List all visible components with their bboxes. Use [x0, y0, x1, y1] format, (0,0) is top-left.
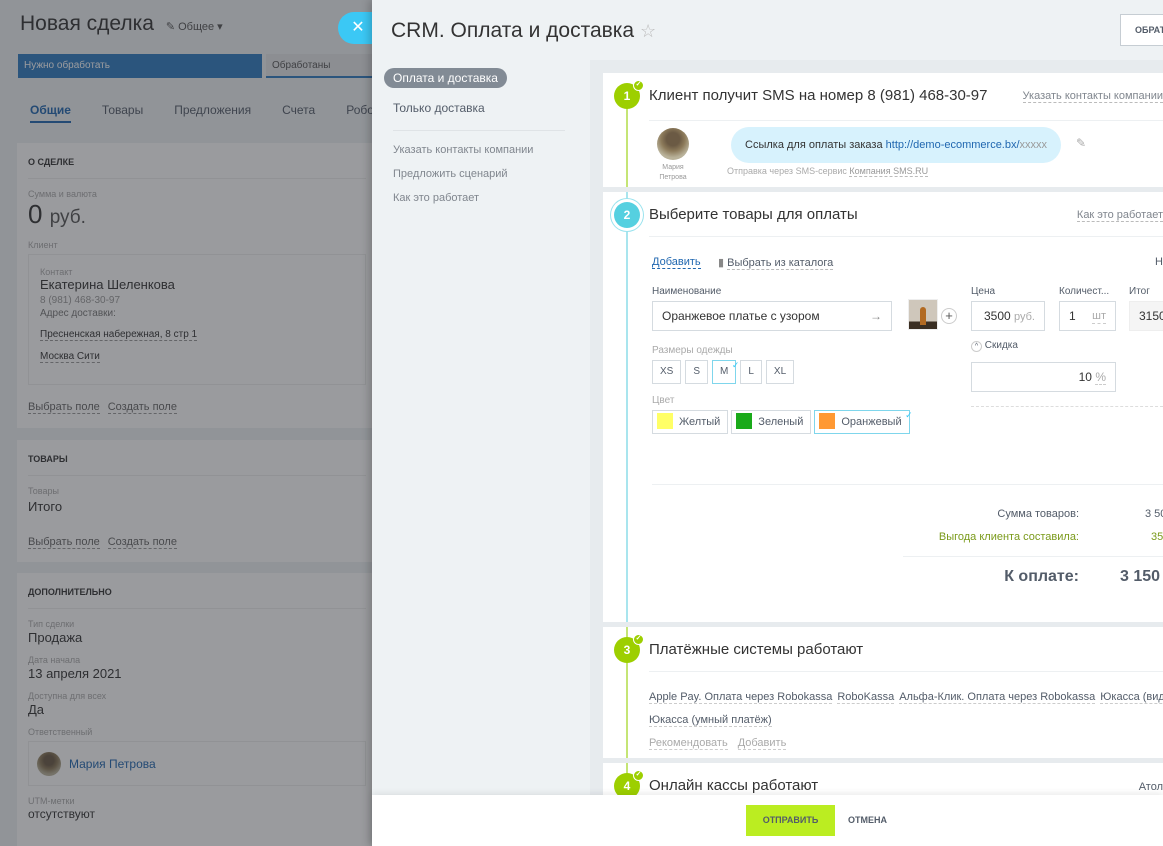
size-m[interactable]: M ✓ — [712, 360, 739, 384]
add-payment-link[interactable]: Добавить — [737, 737, 787, 750]
color-yellow[interactable]: Желтый — [652, 410, 729, 434]
slider-panel: CRM. Оплата и доставка ☆ ОБРАТНАЯ СВЯЗЬ … — [372, 0, 1163, 846]
nav-suggest-scenario[interactable]: Предложить сценарий — [393, 168, 508, 180]
qty-label: Количест... — [1059, 286, 1110, 297]
nav-delivery-only[interactable]: Только доставка — [393, 101, 485, 115]
check-icon: ✓ — [633, 80, 644, 91]
discount-input[interactable]: 10 % — [971, 362, 1116, 392]
size-xs[interactable]: XS — [652, 360, 682, 384]
sum-value: 3 500 — [1145, 508, 1163, 520]
chevron-up-icon: ^ — [971, 341, 982, 352]
recommend-link[interactable]: Рекомендовать — [649, 737, 728, 750]
qty-unit[interactable]: шт — [1092, 309, 1106, 324]
check-icon: ✓ — [905, 410, 913, 420]
sms-via: Отправка через SMS-сервис Компания SMS.R… — [727, 166, 929, 177]
color-options: Желтый Зеленый Оранжевый ✓ — [652, 410, 913, 434]
panel-title: CRM. Оплата и доставка ☆ — [391, 19, 657, 42]
payment-system[interactable]: Apple Pay. Оплата через Robokassa — [649, 691, 833, 704]
name-label: Наименование — [652, 286, 722, 297]
deal-page: Новая сделка ✎ Общее ▾ Нужно обработать … — [0, 0, 372, 846]
sizes-label: Размеры одежды — [652, 345, 733, 356]
step-3-badge: 3 ✓ — [614, 634, 644, 663]
payment-system[interactable]: Альфа-Клик. Оплата через Robokassa — [899, 691, 1096, 704]
step-1-badge: 1 ✓ — [614, 80, 644, 109]
pencil-icon[interactable]: ✎ — [1076, 136, 1086, 150]
sms-bubble[interactable]: Ссылка для оплаты заказа http://demo-eco… — [731, 127, 1062, 163]
cashbox-atol[interactable]: Атол — [1139, 781, 1163, 793]
size-xl[interactable]: XL — [765, 360, 795, 384]
price-label: Цена — [971, 286, 996, 297]
size-l[interactable]: L — [740, 360, 762, 384]
total-value: 3150 — [1129, 301, 1163, 331]
step-3-title: Платёжные системы работают — [649, 641, 864, 658]
benefit-value: 350 — [1151, 531, 1163, 543]
qty-input[interactable]: 1 шт — [1059, 301, 1116, 331]
check-icon: ✓ — [633, 770, 644, 781]
price-input[interactable]: 3500 руб. — [971, 301, 1045, 331]
benefit-label: Выгода клиента составила: — [938, 531, 1079, 543]
divider — [649, 120, 1163, 121]
cancel-button[interactable]: ОТМЕНА — [848, 805, 887, 836]
company-contacts-link[interactable]: Указать контакты компании — [1022, 90, 1163, 103]
divider — [971, 406, 1163, 407]
feedback-button[interactable]: ОБРАТНАЯ СВЯЗЬ — [1120, 14, 1163, 46]
divider — [649, 236, 1163, 237]
star-icon[interactable]: ☆ — [640, 21, 656, 41]
divider — [903, 556, 1163, 557]
timeline — [626, 192, 628, 622]
cut-link[interactable]: Н — [1155, 256, 1163, 268]
check-icon: ✓ — [731, 360, 740, 370]
payment-system[interactable]: RoboKassa — [837, 691, 895, 704]
footer-bar: ОТПРАВИТЬ ОТМЕНА — [372, 795, 1163, 846]
nav-how-it-works[interactable]: Как это работает — [393, 192, 479, 204]
divider — [649, 671, 1163, 672]
color-label: Цвет — [652, 395, 675, 406]
step-4-title: Онлайн кассы работают — [649, 777, 819, 794]
book-icon: ▮ — [718, 257, 725, 269]
step-2-badge: 2 — [614, 202, 640, 228]
nav-divider — [393, 130, 565, 131]
sum-label: Сумма товаров: — [997, 508, 1079, 520]
nav-payment-delivery[interactable]: Оплата и доставка — [384, 68, 507, 88]
step-1-card: 1 ✓ Клиент получит SMS на номер 8 (981) 4… — [603, 73, 1163, 187]
send-button[interactable]: ОТПРАВИТЬ — [746, 805, 835, 836]
catalog-link[interactable]: ▮ Выбрать из каталога — [718, 256, 834, 270]
dim-overlay[interactable] — [0, 0, 372, 846]
payment-system[interactable]: Юкасса (виджет) — [1100, 691, 1163, 704]
check-icon: ✓ — [633, 634, 644, 645]
total-label: Итог — [1129, 286, 1150, 297]
step-1-title: Клиент получит SMS на номер 8 (981) 468-… — [649, 87, 988, 104]
add-product-link[interactable]: Добавить — [652, 256, 701, 269]
how-it-works-link[interactable]: Как это работает — [1076, 209, 1163, 222]
payment-systems: Apple Pay. Оплата через Robokassa RoboKas… — [649, 685, 1163, 754]
step-2-card: 2 Выберите товары для оплаты Как это раб… — [603, 192, 1163, 622]
color-green[interactable]: Зеленый — [731, 410, 812, 434]
pay-value: 3 150 — [1120, 568, 1161, 585]
add-image-icon[interactable]: + — [941, 308, 957, 324]
discount-toggle[interactable]: ^ Скидка — [971, 340, 1018, 352]
nav-company-contacts[interactable]: Указать контакты компании — [393, 144, 533, 156]
sms-provider-link[interactable]: Компания SMS.RU — [849, 166, 929, 177]
arrow-right-icon[interactable]: → — [870, 302, 882, 330]
sender-avatar — [657, 128, 689, 160]
step-2-title: Выберите товары для оплаты — [649, 206, 858, 223]
sender-name: Мария Петрова — [659, 164, 687, 181]
pay-label: К оплате: — [1004, 568, 1079, 585]
size-s[interactable]: S — [685, 360, 709, 384]
payment-system[interactable]: Юкасса (умный платёж) — [649, 714, 772, 727]
size-options: XS S M ✓ L XL — [652, 360, 798, 384]
product-image[interactable] — [908, 299, 938, 330]
product-name-input[interactable]: Оранжевое платье с узором → — [652, 301, 892, 331]
color-orange[interactable]: Оранжевый ✓ — [814, 410, 913, 434]
timeline — [626, 103, 628, 187]
step-3-card: 3 ✓ Платёжные системы работают Apple Pay.… — [603, 627, 1163, 758]
divider — [652, 484, 1163, 485]
steps-area: 1 ✓ Клиент получит SMS на номер 8 (981) 4… — [590, 60, 1163, 823]
